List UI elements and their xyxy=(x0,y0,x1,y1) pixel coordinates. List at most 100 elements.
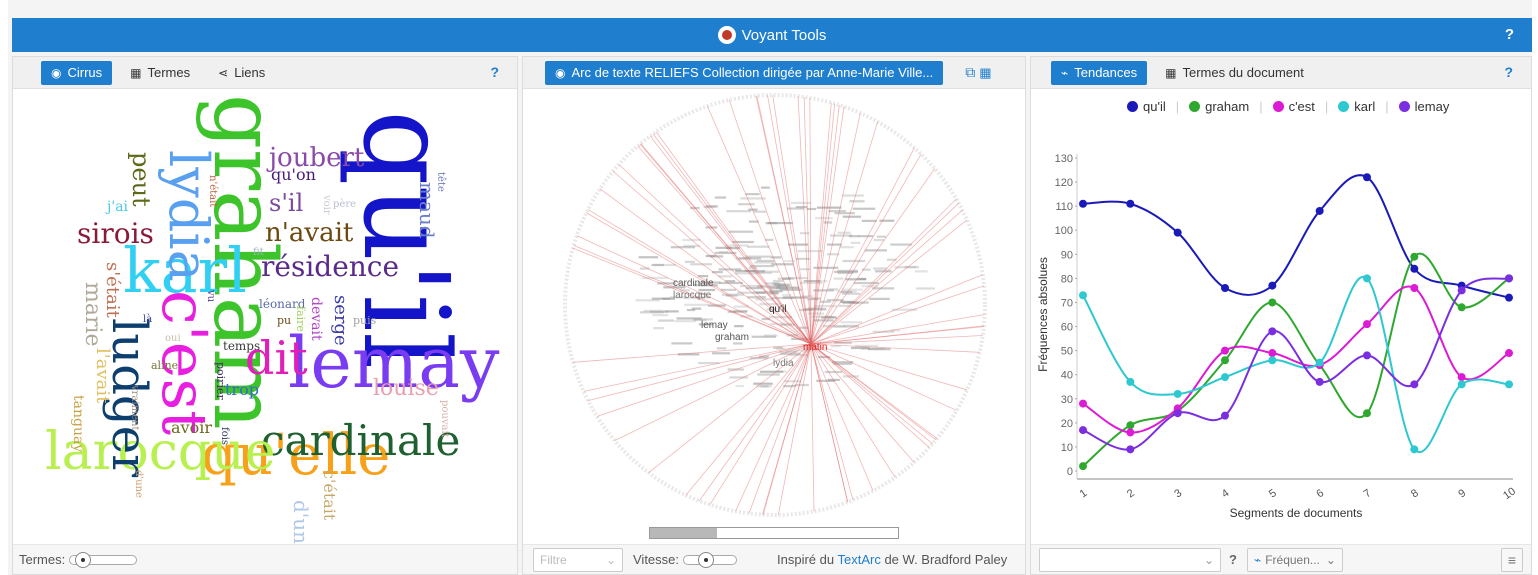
data-point[interactable] xyxy=(1221,346,1229,355)
data-point[interactable] xyxy=(1126,199,1135,208)
cirrus-help-button[interactable]: ? xyxy=(490,64,499,80)
tab-termes[interactable]: ▦ Termes xyxy=(120,61,200,85)
data-point[interactable] xyxy=(1079,399,1087,408)
term-help-button[interactable]: ? xyxy=(1229,552,1237,567)
data-point[interactable] xyxy=(1410,284,1419,293)
cloud-word[interactable]: louise xyxy=(373,378,439,400)
series-line-lemay[interactable] xyxy=(1082,277,1510,451)
cloud-word[interactable]: j'ai xyxy=(107,200,128,214)
cloud-word[interactable]: s'il xyxy=(269,191,303,215)
speed-slider-knob[interactable] xyxy=(698,551,715,568)
cloud-word[interactable]: aline xyxy=(151,360,178,371)
cloud-word[interactable]: lydia xyxy=(157,150,220,282)
data-point[interactable] xyxy=(1221,411,1229,420)
cloud-word[interactable]: maud xyxy=(415,182,439,239)
cloud-word[interactable]: avoir xyxy=(171,420,212,436)
cloud-word[interactable]: fois xyxy=(219,427,230,445)
data-point[interactable] xyxy=(1363,173,1371,182)
series-line-graham[interactable] xyxy=(1082,252,1510,467)
app-help-button[interactable]: ? xyxy=(1505,26,1514,43)
terms-slider[interactable] xyxy=(69,551,138,568)
cloud-word[interactable]: c'était xyxy=(320,470,339,520)
arc-word-label[interactable]: graham xyxy=(715,332,749,343)
arc-word-label[interactable]: cardinale xyxy=(673,278,714,289)
cloud-word[interactable]: tête xyxy=(435,172,446,192)
series-line-quil[interactable] xyxy=(1082,174,1510,299)
cloud-word[interactable]: serge xyxy=(330,295,351,346)
data-point[interactable] xyxy=(1457,380,1466,389)
data-point[interactable] xyxy=(1457,373,1466,382)
data-point[interactable] xyxy=(1079,291,1087,300)
cloud-word[interactable]: puis xyxy=(353,315,376,326)
cloud-word[interactable]: oui xyxy=(165,334,181,344)
data-point[interactable] xyxy=(1363,320,1371,329)
data-point[interactable] xyxy=(1173,409,1182,418)
data-point[interactable] xyxy=(1126,377,1135,386)
data-point[interactable] xyxy=(1410,445,1419,454)
cloud-word[interactable]: n'avait xyxy=(265,220,353,246)
filter-combo[interactable]: Filtre ⌄ xyxy=(533,547,623,572)
cloud-word[interactable]: d'un xyxy=(289,500,313,544)
cloud-word[interactable]: cardinale xyxy=(261,420,460,462)
data-point[interactable] xyxy=(1221,356,1229,365)
cloud-word[interactable]: s'était xyxy=(102,262,123,318)
cloud-word[interactable]: fit xyxy=(253,248,264,258)
data-point[interactable] xyxy=(1505,274,1513,283)
textarc-link[interactable]: TextArc xyxy=(837,552,880,567)
cloud-word[interactable]: devait xyxy=(308,297,324,341)
cloud-word[interactable]: l'avait xyxy=(92,348,113,403)
cloud-word[interactable]: vu xyxy=(205,290,216,302)
cloud-word[interactable]: pu xyxy=(277,315,291,326)
cloud-word[interactable]: d'une xyxy=(133,470,144,498)
data-point[interactable] xyxy=(1268,327,1277,336)
data-point[interactable] xyxy=(1173,228,1182,237)
terms-slider-knob[interactable] xyxy=(75,551,92,568)
data-point[interactable] xyxy=(1268,281,1277,290)
data-point[interactable] xyxy=(1315,377,1324,386)
arc-word-label[interactable]: larocque xyxy=(673,290,712,301)
data-point[interactable] xyxy=(1268,349,1277,358)
cloud-word[interactable]: là xyxy=(143,315,152,325)
data-point[interactable] xyxy=(1363,351,1371,360)
term-combo[interactable]: ⌄ xyxy=(1039,547,1221,572)
speed-slider[interactable] xyxy=(683,551,738,568)
arc-word-label[interactable]: lemay xyxy=(701,320,728,331)
data-point[interactable] xyxy=(1221,284,1229,293)
data-point[interactable] xyxy=(1505,349,1513,358)
tab-termes-document[interactable]: ▦ Termes du document xyxy=(1155,61,1314,85)
arc-word-label[interactable]: lydia xyxy=(773,358,794,369)
data-point[interactable] xyxy=(1126,445,1135,454)
cloud-word[interactable]: pouvait xyxy=(439,400,450,438)
data-point[interactable] xyxy=(1505,380,1513,389)
data-point[interactable] xyxy=(1268,356,1277,365)
cloud-word[interactable]: tanguay xyxy=(70,395,86,452)
cloud-word[interactable]: marie xyxy=(80,282,105,347)
arc-word-label[interactable]: qu'il xyxy=(769,304,786,315)
tab-liens[interactable]: ⋖ Liens xyxy=(208,61,275,85)
data-point[interactable] xyxy=(1221,373,1229,382)
windows-icon[interactable]: ▦ xyxy=(979,65,991,81)
cloud-word[interactable]: poirier xyxy=(214,362,227,400)
cloud-word[interactable]: n'était xyxy=(207,175,218,207)
data-point[interactable] xyxy=(1079,199,1087,208)
tab-tendances[interactable]: ⌁ Tendances xyxy=(1051,60,1148,85)
data-point[interactable] xyxy=(1457,303,1466,312)
external-link-icon[interactable]: ⧉ xyxy=(965,64,975,81)
data-point[interactable] xyxy=(1315,358,1324,367)
data-point[interactable] xyxy=(1505,293,1513,302)
data-point[interactable] xyxy=(1363,274,1371,283)
cloud-word[interactable]: temps xyxy=(223,340,260,352)
data-point[interactable] xyxy=(1457,286,1466,295)
frequency-mode-button[interactable]: ⌁ Fréquen... ⌄ xyxy=(1246,547,1343,572)
data-point[interactable] xyxy=(1363,409,1371,418)
cloud-word[interactable]: peut xyxy=(127,152,155,207)
tab-cirrus[interactable]: ◉ Cirrus xyxy=(41,60,113,85)
menu-icon[interactable]: ≡ xyxy=(1500,548,1523,572)
cloud-word[interactable]: sirois xyxy=(77,220,154,248)
data-point[interactable] xyxy=(1173,389,1182,398)
data-point[interactable] xyxy=(1315,206,1324,215)
cloud-word[interactable]: vraiment xyxy=(129,385,140,430)
cloud-word[interactable]: faire xyxy=(294,306,307,332)
data-point[interactable] xyxy=(1079,426,1087,435)
arc-word-label[interactable]: matin xyxy=(803,342,827,353)
